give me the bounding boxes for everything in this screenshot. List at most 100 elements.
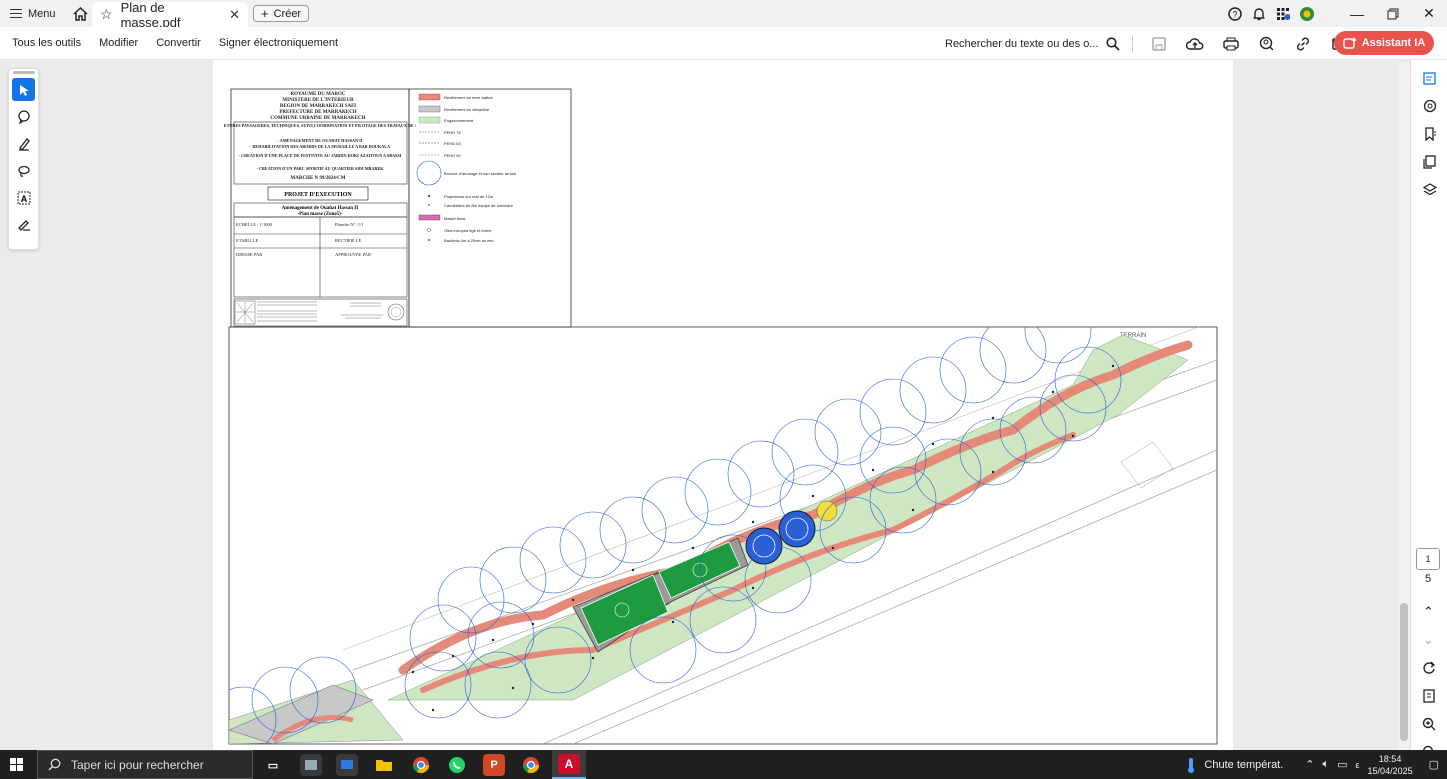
legend-item: Bouche d'arrosage et son secteur arrosé <box>444 171 517 176</box>
titlebar-right: ? — ✕ <box>1223 0 1447 27</box>
plus-icon: + <box>261 6 269 21</box>
restore-icon[interactable] <box>1375 0 1411 27</box>
clock-date: 15/04/2025 <box>1367 765 1413 776</box>
clock-time: 18:54 <box>1378 753 1402 764</box>
pdf-page: ROYAUME DU MAROC MINISTERE DE L'INTERIEU… <box>213 60 1233 750</box>
select-tool[interactable] <box>12 78 35 101</box>
file-explorer-icon[interactable] <box>373 754 395 776</box>
windows-start-icon[interactable] <box>10 758 23 776</box>
whatsapp-icon[interactable] <box>446 754 468 776</box>
print-icon[interactable] <box>1217 27 1245 60</box>
previous-page-icon[interactable]: ⌃ <box>1410 598 1447 626</box>
taskbar-search[interactable]: Taper ici pour rechercher <box>37 750 253 779</box>
main-toolbar: Tous les outils Modifier Convertir Signe… <box>0 27 1447 60</box>
link-icon[interactable] <box>1289 27 1317 60</box>
convert-button[interactable]: Convertir <box>147 37 210 49</box>
tb-etabli: ETABLI LE : <box>236 238 261 243</box>
file-explorer-alt-icon[interactable] <box>300 754 322 776</box>
system-tray: Chute températ. ⌃ 🔈︎ ▭ ε 18:54 15/04/202… <box>1186 750 1447 779</box>
tb-marche: MARCHE N 99/2024/CM <box>291 176 346 181</box>
tb-dresse: DRESSE PAR <box>236 252 262 257</box>
round-court-1 <box>745 527 783 565</box>
network-icon[interactable]: ▭ <box>1337 758 1347 771</box>
desktop-app-icon[interactable] <box>336 754 358 776</box>
highlight-tool[interactable] <box>12 132 35 155</box>
upload-cloud-icon[interactable] <box>1181 27 1209 60</box>
powerpoint-icon[interactable]: P <box>483 754 505 776</box>
tb-line5: COMMUNE URBAINE DE MARRAKECH <box>270 116 365 121</box>
share-user-icon[interactable] <box>1253 27 1281 60</box>
menu-button[interactable]: Menu <box>0 0 66 27</box>
notification-icon[interactable]: ▢ <box>1429 758 1439 771</box>
minimize-icon[interactable]: — <box>1339 0 1375 27</box>
speaker-icon[interactable]: 🔈︎ <box>1323 758 1330 771</box>
keyboard-layout-icon[interactable]: ε <box>1356 760 1360 770</box>
site-plan-drawing: ROYAUME DU MAROC MINISTERE DE L'INTERIEU… <box>224 88 1218 745</box>
avatar[interactable] <box>1295 0 1319 27</box>
bookmark-icon[interactable] <box>1411 120 1447 148</box>
lasso-icon <box>17 165 30 177</box>
create-button[interactable]: + Créer <box>253 5 310 22</box>
layers-icon[interactable] <box>1411 176 1447 204</box>
bell-icon[interactable] <box>1247 0 1271 27</box>
sign-tool[interactable] <box>12 213 35 236</box>
scrollbar-thumb[interactable] <box>1400 603 1408 741</box>
draw-tool[interactable] <box>12 159 35 182</box>
drag-handle[interactable] <box>12 71 35 74</box>
chevron-up-icon[interactable]: ⌃ <box>1305 758 1314 771</box>
acrobat-taskbar-slot[interactable]: A <box>552 750 586 779</box>
task-view-icon[interactable]: ▭ <box>262 754 284 776</box>
comments-panel-icon[interactable] <box>1411 92 1447 120</box>
ai-assistant-button[interactable]: Assistant IA <box>1334 31 1434 55</box>
tb-plan: -Plan masse (Zone5)- <box>298 212 343 217</box>
tb-item3: - CREATION D'UNE PLACE DE FESTIVITE AU J… <box>239 153 402 158</box>
search-icon <box>48 758 61 771</box>
legend-item: PEHD 75 <box>444 130 461 135</box>
edit-button[interactable]: Modifier <box>90 37 147 49</box>
chrome-icon[interactable] <box>410 754 432 776</box>
document-tab[interactable]: ☆ Plan de masse.pdf ✕ <box>92 0 248 30</box>
clock[interactable]: 18:54 15/04/2025 <box>1368 753 1413 777</box>
chrome-icon-2[interactable] <box>520 754 542 776</box>
pages-icon[interactable] <box>1411 148 1447 176</box>
search-text[interactable]: Rechercher du texte ou des o... <box>945 38 1098 50</box>
tb-item1: - AMENAGEMENT DE OUAHAT HASSAN II <box>278 138 363 143</box>
tb-projet: PROJET D'EXECUTION <box>284 192 352 198</box>
ai-summary-icon[interactable] <box>1411 64 1447 92</box>
legend-item: Massif floral <box>444 216 465 221</box>
all-tools-button[interactable]: Tous les outils <box>0 37 90 49</box>
divider <box>1132 35 1134 52</box>
home-icon <box>73 6 88 21</box>
comment-tool[interactable] <box>12 105 35 128</box>
vertical-scrollbar[interactable] <box>1398 62 1410 750</box>
ai-assistant-label: Assistant IA <box>1361 37 1426 49</box>
svg-text:?: ? <box>1232 9 1237 19</box>
rotate-icon[interactable] <box>1410 654 1447 682</box>
text-tool[interactable]: A <box>12 186 35 209</box>
page-fit-icon[interactable] <box>1410 682 1447 710</box>
sign-button[interactable]: Signer électroniquement <box>210 37 347 49</box>
tb-amenagement: Aménagement de Ouahat Hassan II <box>282 206 358 211</box>
star-icon[interactable]: ☆ <box>100 6 113 23</box>
search-icon[interactable] <box>1106 36 1121 51</box>
nav-controls: ⌃ ⌄ <box>1410 598 1447 766</box>
next-page-icon[interactable]: ⌄ <box>1410 626 1447 654</box>
legend-item: PEHD 50 <box>444 153 461 158</box>
taskbar-search-placeholder: Taper ici pour rechercher <box>71 757 204 772</box>
weather-text[interactable]: Chute températ. <box>1204 759 1283 771</box>
save-icon[interactable] <box>1145 27 1173 60</box>
apps-grid-icon[interactable] <box>1271 0 1295 27</box>
acrobat-icon: A <box>558 754 580 774</box>
site-plan <box>229 327 1217 744</box>
search-area: Rechercher du texte ou des o... <box>945 27 1353 60</box>
current-page-box[interactable]: 1 <box>1416 548 1440 570</box>
cursor-icon <box>19 84 29 96</box>
document-canvas[interactable]: ROYAUME DU MAROC MINISTERE DE L'INTERIEU… <box>0 60 1410 750</box>
legend: Revêtement en terre battue Revêtement en… <box>416 93 517 243</box>
close-tab-icon[interactable]: ✕ <box>229 7 240 23</box>
help-icon[interactable]: ? <box>1223 0 1247 27</box>
close-window-icon[interactable]: ✕ <box>1411 0 1447 27</box>
legend-item: Olea europea tigé et formé <box>444 228 492 233</box>
create-label: Créer <box>273 7 302 20</box>
zoom-in-icon[interactable] <box>1410 710 1447 738</box>
